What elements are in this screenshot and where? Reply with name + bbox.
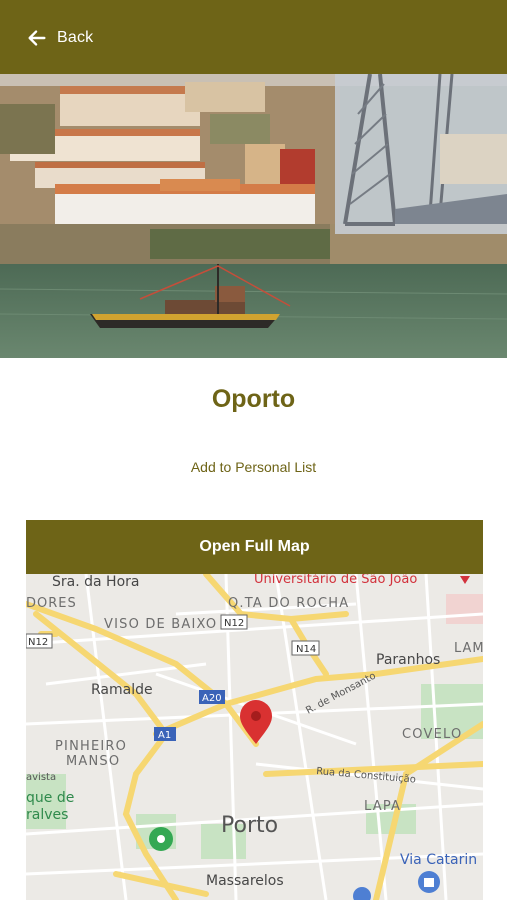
map-label-manso: MANSO <box>66 754 120 769</box>
back-label: Back <box>57 29 94 46</box>
map-label-que-de: que de <box>26 790 74 806</box>
map-label-porto: Porto <box>221 813 278 838</box>
map-label-a20: A20 <box>202 693 222 704</box>
map-label-n12a: N12 <box>28 637 48 648</box>
map-label-lapa: LAPA <box>364 799 401 814</box>
park-poi-icon <box>149 827 173 851</box>
map-label-sra-da-hora: Sra. da Hora <box>52 574 139 590</box>
map-label-dores: DORES <box>26 596 77 611</box>
shopping-poi-icon <box>418 871 440 893</box>
map-label-ramalde: Ramalde <box>91 682 153 698</box>
map-label-covelo: COVELO <box>402 727 462 742</box>
map-label-paranhos: Paranhos <box>376 652 440 668</box>
map-label-pinheiro: PINHEIRO <box>55 739 127 754</box>
back-button[interactable]: Back <box>26 26 93 50</box>
map-label-lam: LAM <box>454 641 483 656</box>
open-full-map-button[interactable]: Open Full Map <box>26 520 483 574</box>
map-label-ralves: ralves <box>26 807 68 823</box>
open-full-map-label: Open Full Map <box>199 538 310 555</box>
map-label-n12b: N12 <box>224 618 244 629</box>
map-label-qta-rocha: Q.TA DO ROCHA <box>228 596 349 611</box>
map-label-viso-de-baixo: VISO DE BAIXO <box>104 617 217 632</box>
top-bar: Back <box>0 0 507 74</box>
map-label-n14: N14 <box>296 644 316 655</box>
place-title: Oporto <box>211 385 296 413</box>
map-label-massarelos: Massarelos <box>206 873 284 889</box>
arrow-left-icon <box>28 30 46 46</box>
map-label-a1: A1 <box>158 730 171 741</box>
add-to-personal-list-link[interactable]: Add to Personal List <box>0 459 507 475</box>
map-label-universitario: Universitário de São João <box>254 574 417 587</box>
map-preview[interactable]: Sra. da Hora Universitário de São João D… <box>26 574 483 900</box>
map-label-avista: avista <box>26 772 56 783</box>
map-label-via-catarin: Via Catarin <box>400 852 477 868</box>
hero-image <box>0 74 507 358</box>
